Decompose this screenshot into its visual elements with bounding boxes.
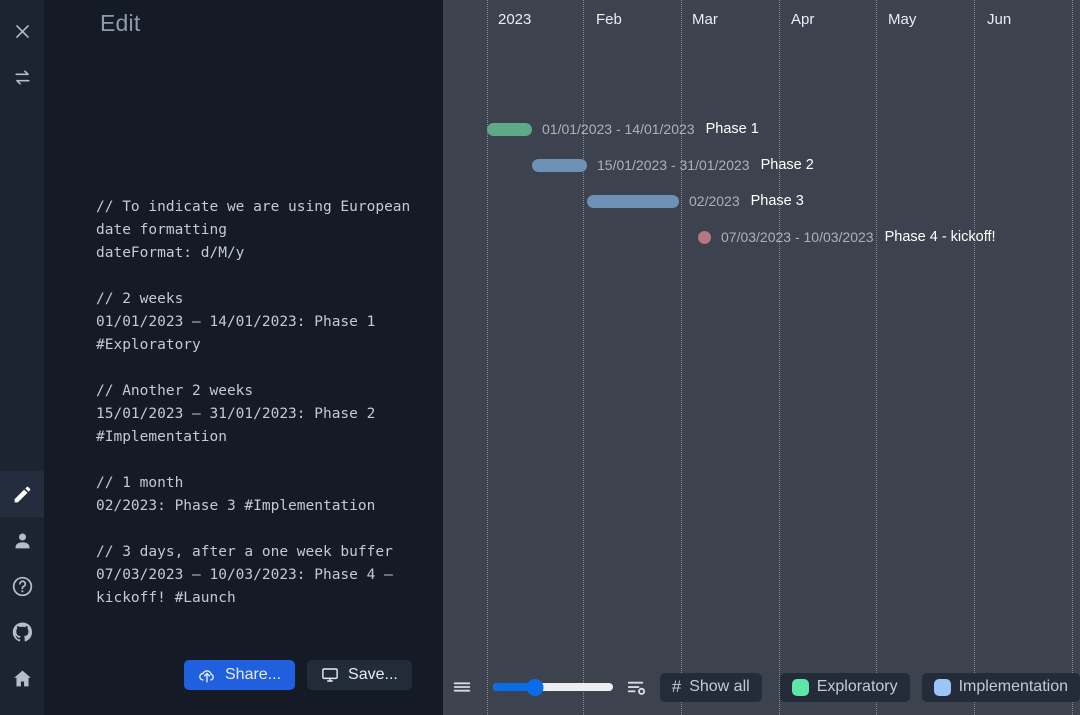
- sort-icon[interactable]: [625, 676, 648, 699]
- gantt-task-name: Phase 2: [761, 157, 814, 173]
- editor-actions: Share... Save...: [184, 660, 412, 690]
- hamburger-icon[interactable]: [451, 676, 473, 698]
- code-editor[interactable]: // To indicate we are using European dat…: [96, 196, 433, 610]
- home-icon[interactable]: [0, 655, 44, 701]
- gantt-task-name: Phase 4 - kickoff!: [885, 229, 996, 245]
- tag-filter-chip[interactable]: Exploratory: [780, 673, 910, 702]
- show-all-button[interactable]: # Show all: [660, 673, 762, 702]
- gantt-gridlines: [443, 0, 1080, 715]
- tag-label: Implementation: [959, 678, 1068, 696]
- editor-panel: Edit // To indicate we are using Europea…: [44, 0, 443, 715]
- month-tick-label: Apr: [791, 11, 814, 28]
- gantt-task-row[interactable]: 02/2023 Phase 3: [587, 190, 804, 212]
- close-icon[interactable]: [0, 8, 44, 54]
- gantt-task-bar[interactable]: [587, 195, 679, 208]
- share-button-label: Share...: [225, 666, 281, 684]
- gantt-task-row[interactable]: 15/01/2023 - 31/01/2023 Phase 2: [532, 154, 814, 176]
- gridline: [876, 0, 877, 715]
- tag-label: Exploratory: [817, 678, 898, 696]
- account-icon[interactable]: [0, 517, 44, 563]
- gantt-app: Edit // To indicate we are using Europea…: [0, 0, 1080, 715]
- zoom-slider-thumb[interactable]: [526, 679, 543, 696]
- edit-icon[interactable]: [0, 471, 44, 517]
- tag-color-swatch: [934, 679, 951, 696]
- swap-icon[interactable]: [0, 54, 44, 100]
- save-button-label: Save...: [348, 666, 398, 684]
- zoom-slider[interactable]: [493, 682, 613, 692]
- gantt-task-dates: 15/01/2023 - 31/01/2023: [597, 157, 750, 173]
- month-tick-label: Mar: [692, 11, 718, 28]
- monitor-icon: [321, 666, 339, 684]
- rail-bottom-group: [0, 471, 44, 701]
- gantt-task-dates: 02/2023: [689, 193, 740, 209]
- cloud-upload-icon: [198, 666, 216, 684]
- gantt-task-row[interactable]: 01/01/2023 - 14/01/2023 Phase 1: [487, 118, 759, 140]
- month-tick-label: 2023: [498, 11, 531, 28]
- gridline: [1072, 0, 1073, 715]
- share-button[interactable]: Share...: [184, 660, 295, 690]
- gantt-milestone-dot[interactable]: [698, 231, 711, 244]
- tag-filter-chip[interactable]: Implementation: [922, 673, 1080, 702]
- gantt-chart: 2023 Feb Mar Apr May Jun 01/01/2023 - 14/01/2…: [443, 0, 1080, 715]
- gantt-task-name: Phase 3: [751, 193, 804, 209]
- icon-rail: [0, 0, 44, 715]
- gridline: [681, 0, 682, 715]
- gridline: [779, 0, 780, 715]
- month-tick-label: May: [888, 11, 916, 28]
- gantt-task-bar[interactable]: [487, 123, 532, 136]
- save-button[interactable]: Save...: [307, 660, 412, 690]
- gantt-task-dates: 01/01/2023 - 14/01/2023: [542, 121, 695, 137]
- month-tick-label: Jun: [987, 11, 1011, 28]
- gantt-toolbar: # Show all Exploratory Implementation: [443, 659, 1080, 715]
- tag-color-swatch: [792, 679, 809, 696]
- gantt-task-name: Phase 1: [706, 121, 759, 137]
- tag-filter-chips: Exploratory Implementation: [768, 673, 1080, 702]
- help-icon[interactable]: [0, 563, 44, 609]
- gantt-month-axis: 2023 Feb Mar Apr May Jun: [443, 0, 1080, 36]
- gantt-task-bar[interactable]: [532, 159, 587, 172]
- hash-icon: #: [672, 677, 681, 697]
- gridline: [583, 0, 584, 715]
- github-icon[interactable]: [0, 609, 44, 655]
- page-title: Edit: [100, 10, 140, 37]
- show-all-label: Show all: [689, 678, 749, 696]
- gantt-task-row[interactable]: 07/03/2023 - 10/03/2023 Phase 4 - kickoff…: [698, 226, 996, 248]
- gantt-task-dates: 07/03/2023 - 10/03/2023: [721, 229, 874, 245]
- gridline: [974, 0, 975, 715]
- month-tick-label: Feb: [596, 11, 622, 28]
- gridline: [487, 0, 488, 715]
